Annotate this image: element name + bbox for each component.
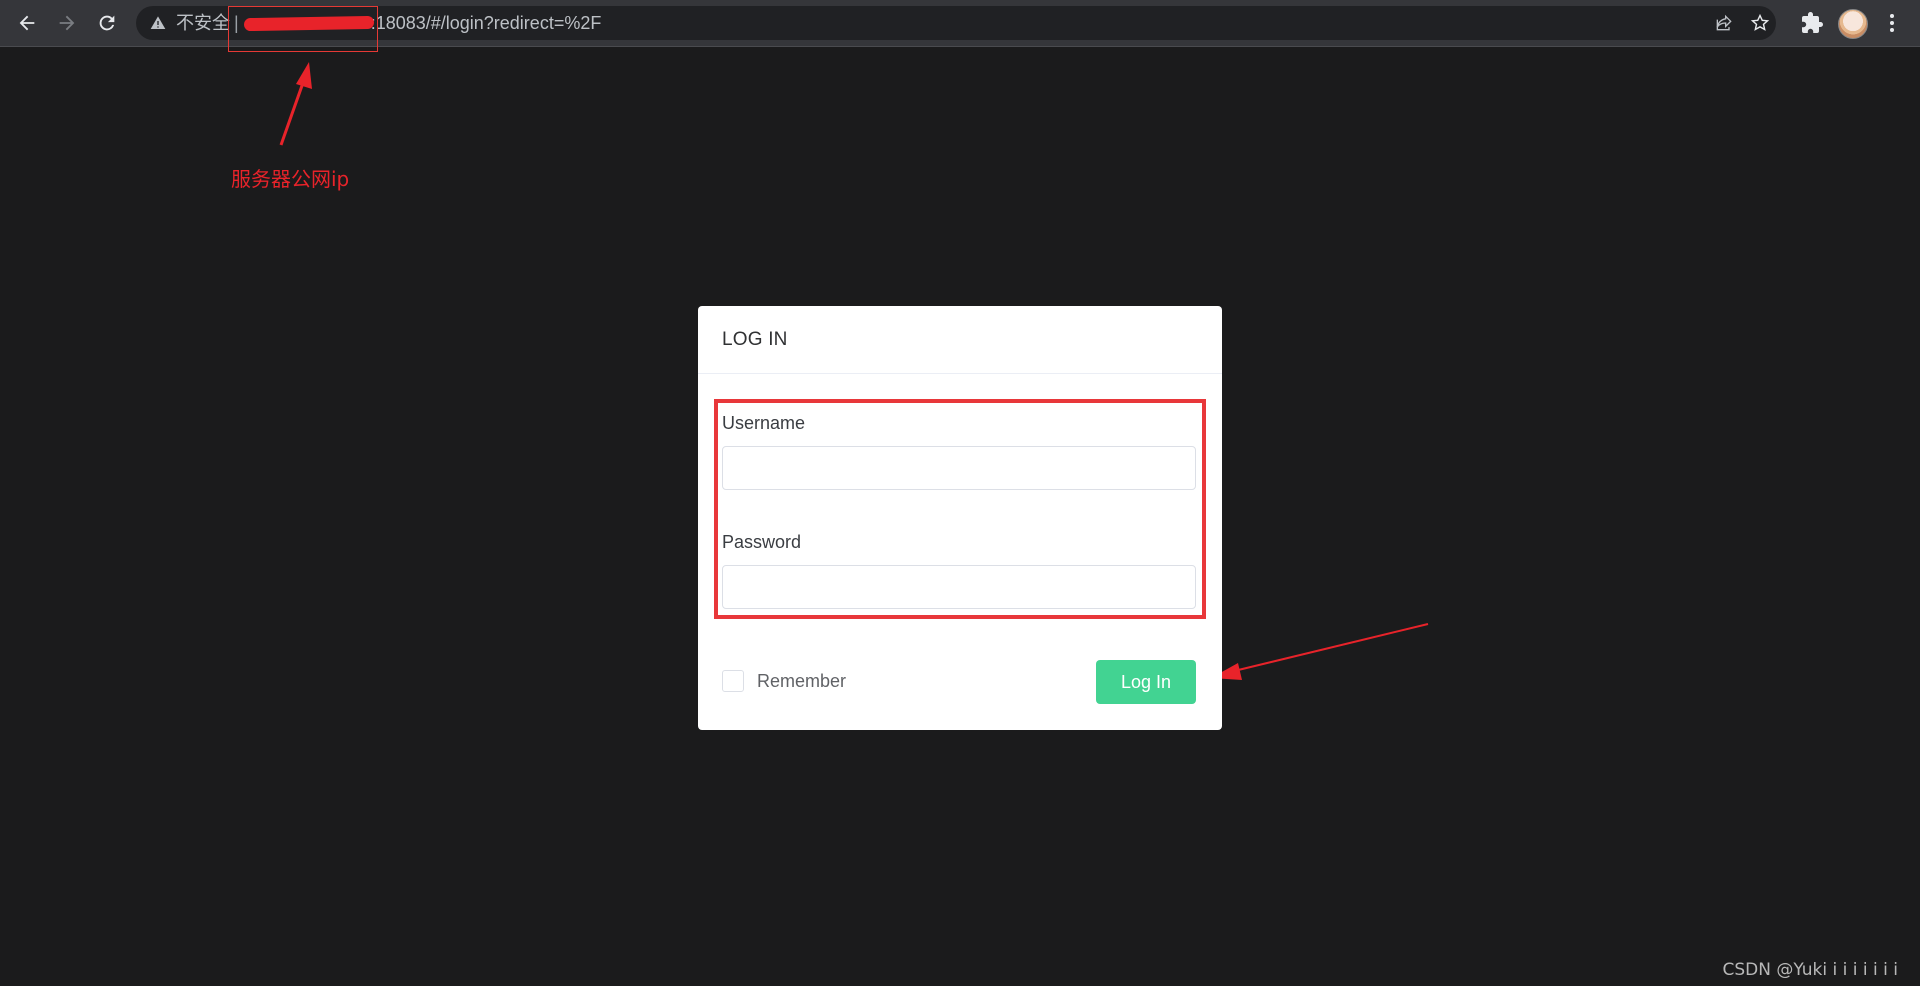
watermark: CSDN @Yuki i i i i i i i: [1722, 960, 1898, 980]
forward-arrow-icon: [59, 15, 75, 31]
url-suffix: :18083/#/login?redirect=%2F: [370, 13, 602, 33]
annotation-arrow-left: [1211, 623, 1429, 680]
profile-avatar[interactable]: [1838, 9, 1868, 39]
security-label: 不安全: [176, 13, 230, 33]
url-highlight-box: [228, 6, 378, 52]
reload-button[interactable]: [93, 9, 121, 37]
password-input[interactable]: [722, 565, 1196, 609]
login-card-header: LOG IN: [698, 306, 1222, 374]
remember-checkbox[interactable]: [722, 670, 744, 692]
back-arrow-icon: [19, 15, 35, 31]
bookmark-star-icon[interactable]: [1750, 13, 1770, 33]
reload-icon: [99, 15, 115, 31]
username-input[interactable]: [722, 446, 1196, 490]
annotation-label: 服务器公网ip: [231, 167, 350, 191]
login-button[interactable]: Log In: [1096, 660, 1196, 704]
login-card: LOG IN Username Password Remember Log In: [698, 306, 1222, 730]
extensions-puzzle-icon[interactable]: [1800, 11, 1824, 35]
more-menu-icon[interactable]: [1880, 11, 1904, 35]
back-button[interactable]: [13, 9, 41, 37]
annotation-arrow-up: [279, 62, 312, 146]
forward-button[interactable]: [53, 9, 81, 37]
warning-icon: [150, 16, 166, 29]
address-bar[interactable]: 不安全 |:18083/#/login?redirect=%2F: [136, 6, 1776, 40]
password-label: Password: [722, 532, 802, 552]
login-title: LOG IN: [722, 328, 788, 350]
username-label: Username: [722, 413, 806, 433]
share-icon[interactable]: [1714, 13, 1734, 33]
remember-label[interactable]: Remember: [757, 670, 846, 692]
